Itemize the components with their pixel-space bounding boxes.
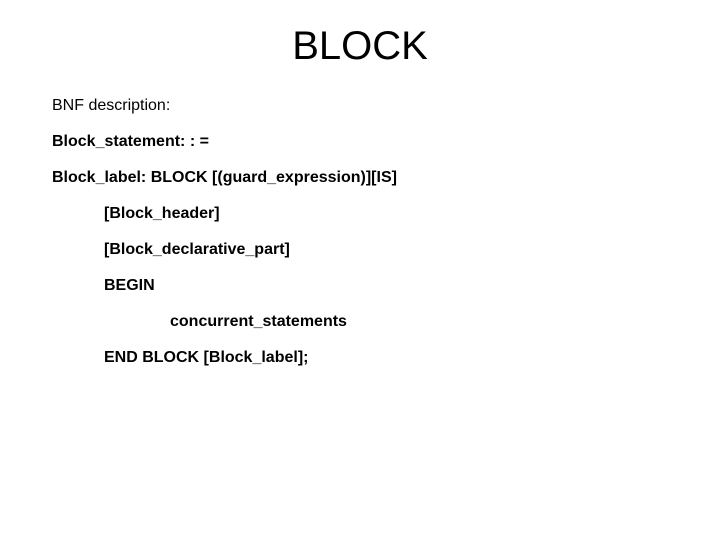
description-label: BNF description:: [52, 97, 672, 115]
page-title: BLOCK: [48, 24, 672, 69]
bnf-begin-line: BEGIN: [104, 277, 672, 295]
bnf-label-line: Block_label: BLOCK [(guard_expression)][…: [52, 169, 672, 187]
bnf-header-line: [Block_header]: [104, 205, 672, 223]
bnf-declarative-line: [Block_declarative_part]: [104, 241, 672, 259]
bnf-concurrent-line: concurrent_statements: [170, 313, 672, 331]
bnf-statement-line: Block_statement: : =: [52, 133, 672, 151]
bnf-body-block: [Block_header] [Block_declarative_part] …: [104, 205, 672, 367]
bnf-end-line: END BLOCK [Block_label];: [104, 349, 672, 367]
